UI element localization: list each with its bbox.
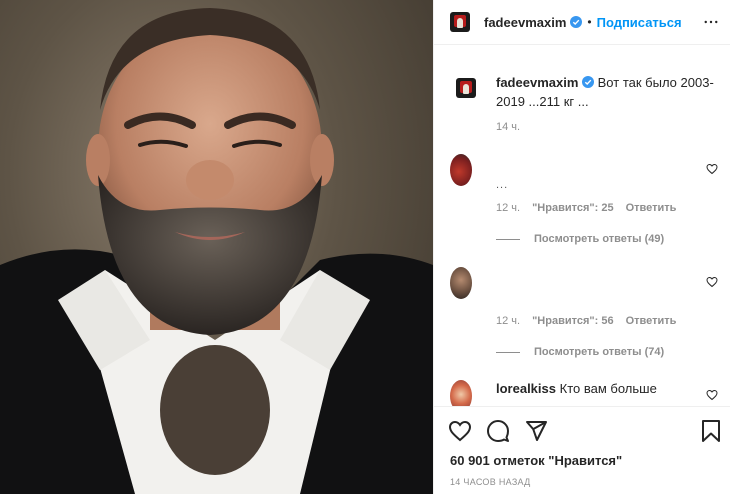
comments-list[interactable]: fadeevmaxim Вот так было 2003-2019 ...21… — [434, 46, 730, 406]
portrait-image — [0, 8, 433, 494]
view-replies-label[interactable]: Посмотреть ответы (74) — [534, 346, 664, 358]
share-icon[interactable] — [524, 419, 548, 443]
verified-badge-icon — [582, 75, 595, 93]
action-icons — [448, 419, 548, 443]
post-actions: 60 901 отметок "Нравится" 14 ЧАСОВ НАЗАД — [434, 406, 730, 494]
comment-username[interactable]: lorealkiss — [496, 381, 556, 396]
replies-divider — [496, 238, 520, 240]
verified-badge-icon — [570, 16, 583, 28]
caption-time: 14 ч. — [496, 121, 521, 133]
heart-icon[interactable] — [706, 388, 720, 402]
comment-time[interactable]: 12 ч. — [496, 202, 520, 214]
comment-icon[interactable] — [486, 419, 510, 443]
comment-likes[interactable]: "Нравится": 56 — [532, 315, 613, 327]
comment-text: ... — [496, 179, 509, 191]
view-replies-button[interactable]: Посмотреть ответы (49) — [496, 233, 664, 245]
view-replies-label[interactable]: Посмотреть ответы (49) — [534, 233, 664, 245]
comment-time[interactable]: 12 ч. — [496, 315, 520, 327]
comment-item: lorealkiss Кто вам больше — [450, 380, 720, 406]
comment-item: ... 12 ч. "Нравится": 25 Ответить Посмот… — [450, 154, 720, 254]
more-horizontal-icon[interactable] — [699, 10, 723, 34]
commenter-avatar[interactable] — [450, 154, 472, 186]
comment-meta: 12 ч. "Нравится": 56 Ответить — [496, 315, 676, 327]
post-header: fadeevmaxim • Подписаться — [434, 0, 730, 45]
author-avatar[interactable] — [450, 12, 470, 32]
caption-avatar[interactable] — [456, 78, 476, 98]
reply-button[interactable]: Ответить — [626, 315, 677, 327]
commenter-avatar[interactable] — [450, 267, 472, 299]
comment-meta: 12 ч. "Нравится": 25 Ответить — [496, 202, 676, 214]
follow-button[interactable]: Подписаться — [597, 15, 682, 30]
post-timestamp[interactable]: 14 ЧАСОВ НАЗАД — [450, 477, 531, 487]
caption-username[interactable]: fadeevmaxim — [496, 75, 578, 90]
caption-text: fadeevmaxim Вот так было 2003-2019 ...21… — [496, 74, 724, 111]
replies-divider — [496, 351, 520, 353]
reply-button[interactable]: Ответить — [626, 202, 677, 214]
heart-icon[interactable] — [706, 162, 720, 176]
heart-icon[interactable] — [448, 419, 472, 443]
post-photo[interactable] — [0, 0, 433, 494]
heart-icon[interactable] — [706, 275, 720, 289]
header-separator: • — [587, 15, 592, 29]
likes-count[interactable]: 60 901 отметок "Нравится" — [450, 453, 622, 468]
comment-text: lorealkiss Кто вам больше — [496, 380, 696, 398]
commenter-avatar[interactable] — [450, 380, 472, 406]
view-replies-button[interactable]: Посмотреть ответы (74) — [496, 346, 664, 358]
comment-item: 12 ч. "Нравится": 56 Ответить Посмотреть… — [450, 267, 720, 367]
post-sidebar: fadeevmaxim • Подписаться fadeevmaxim Во… — [433, 0, 730, 494]
comment-likes[interactable]: "Нравится": 25 — [532, 202, 613, 214]
comment-body: Кто вам больше — [559, 381, 657, 396]
instagram-post: fadeevmaxim • Подписаться fadeevmaxim Во… — [0, 0, 730, 494]
bookmark-icon[interactable] — [699, 419, 723, 443]
author-username[interactable]: fadeevmaxim — [484, 15, 566, 30]
